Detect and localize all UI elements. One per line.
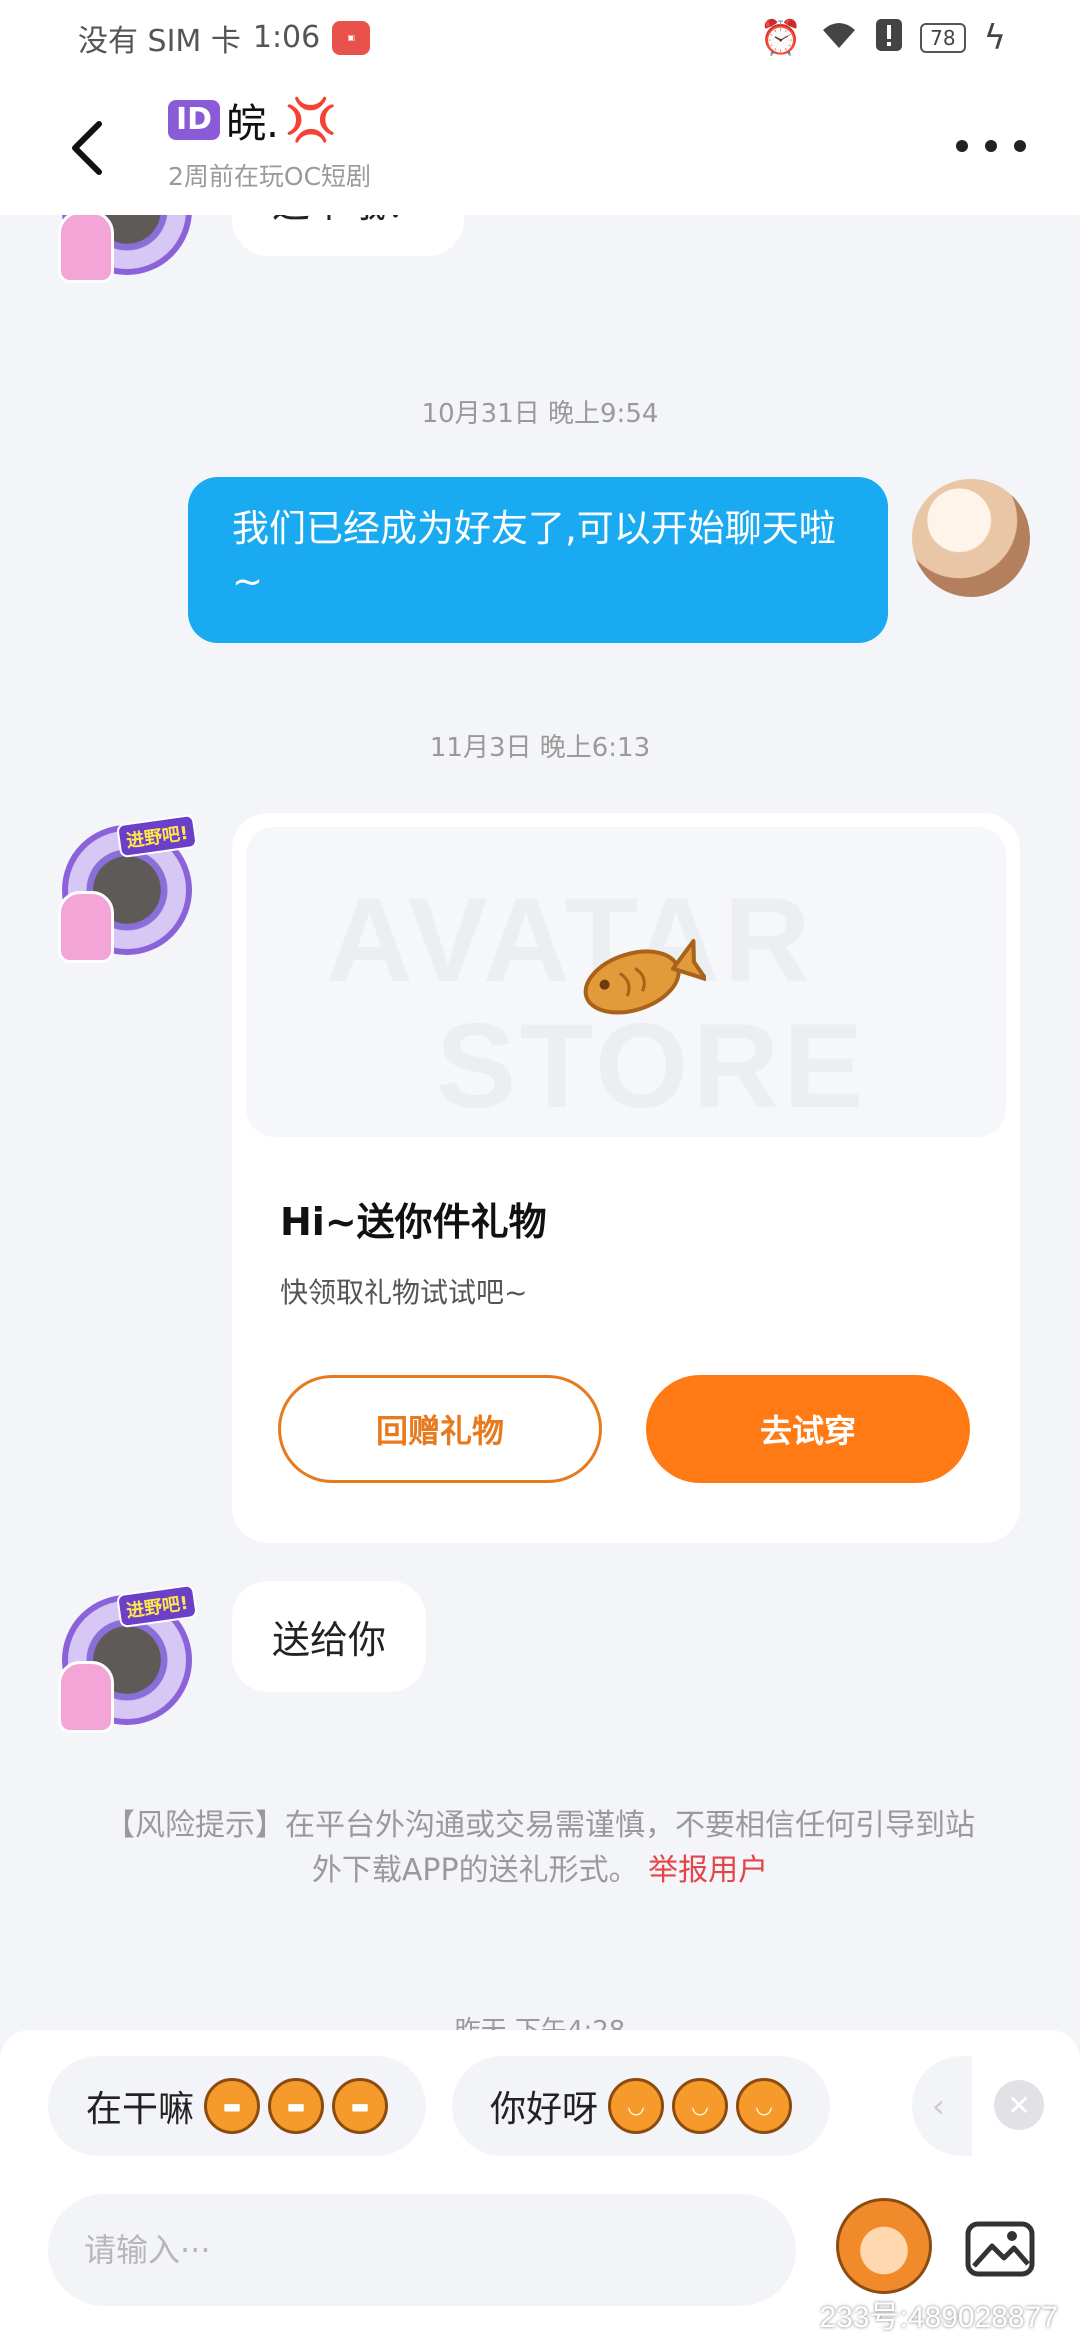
gift-title: Hi~送你件礼物 [280, 1200, 547, 1244]
smile-emoji-icon: ◡ [672, 2078, 729, 2134]
close-icon: ✕ [1007, 2088, 1031, 2122]
avatar-tag: 进野吧! [115, 813, 198, 859]
grin-emoji-icon: ▬ [204, 2078, 261, 2134]
close-quick-replies-button[interactable]: ✕ [994, 2080, 1044, 2130]
quick-reply-chip[interactable]: 在干嘛 ▬ ▬ ▬ [48, 2056, 427, 2156]
avatar-character-icon [58, 891, 114, 963]
risk-notice: 【风险提示】在平台外沟通或交易需谨慎，不要相信任何引导到站外下载APP的送礼形式… [100, 1803, 980, 1893]
message-input[interactable] [48, 2194, 796, 2306]
status-bar: 没有 SIM 卡 1:06 ▣ ⏰ 78 ϟ [0, 0, 1080, 75]
quick-reply-chip[interactable]: 你好呀 ◡ ◡ ◡ [452, 2056, 831, 2156]
quick-reply-label: 你好呀 [490, 2089, 599, 2130]
carrier-text: 没有 SIM 卡 [78, 23, 241, 59]
dot-icon [985, 140, 997, 152]
chat-header: ID 皖. 💢 2周前在玩OC短剧 [0, 75, 1080, 215]
quick-reply-chip-partial[interactable]: ‹ [912, 2056, 972, 2156]
contact-avatar[interactable]: 进野吧! [58, 813, 198, 963]
wave-emoji-group: ◡ ◡ ◡ [608, 2078, 793, 2134]
contact-status: 2周前在玩OC短剧 [168, 162, 372, 191]
risk-notice-text: 【风险提示】在平台外沟通或交易需谨慎，不要相信任何引导到站外下载APP的送礼形式… [105, 1808, 975, 1888]
status-right: ⏰ 78 ϟ [759, 17, 1006, 58]
quick-reply-label: 在干嘛 [86, 2089, 195, 2130]
battery-indicator: 78 [920, 22, 966, 53]
avatar-tag: 进野吧! [115, 1583, 198, 1629]
image-icon [965, 2221, 1035, 2277]
message-bubble-incoming[interactable]: 送给你 [232, 1581, 427, 1692]
gift-description: 快领取礼物试试吧~ [280, 1276, 528, 1309]
gift-card[interactable]: AVATAR STORE Hi~送你件礼物 快领取礼物试试吧~ 回赠礼物 去试穿 [232, 813, 1020, 1543]
timestamp: 昨天 下午4:28 [0, 2010, 1080, 2030]
charging-icon: ϟ [983, 17, 1006, 58]
smile-emoji-icon: ◡ [736, 2078, 793, 2134]
input-panel: 在干嘛 ▬ ▬ ▬ 你好呀 ◡ ◡ ◡ ‹ ✕ 233号:489028877 [0, 2030, 1080, 2340]
grin-emoji-group: ▬ ▬ ▬ [204, 2078, 389, 2134]
wifi-icon [820, 20, 858, 56]
try-on-button[interactable]: 去试穿 [646, 1375, 970, 1483]
contact-avatar[interactable]: 进野吧! [58, 1583, 198, 1733]
smile-emoji-icon: ◡ [608, 2078, 665, 2134]
avatar-character-icon [58, 215, 114, 283]
app-notification-icon: ▣ [332, 20, 371, 55]
dot-icon [956, 140, 968, 152]
timestamp: 10月31日 晚上9:54 [421, 399, 659, 429]
sticker-mascot-button[interactable] [836, 2198, 932, 2294]
chevron-left-icon [72, 121, 102, 175]
alarm-icon: ⏰ [759, 17, 803, 58]
clock-text: 1:06 [252, 20, 321, 55]
message-bubble-outgoing[interactable]: 我们已经成为好友了,可以开始聊天啦~ [188, 477, 888, 643]
fish-cookie-icon [583, 939, 706, 1015]
return-gift-button[interactable]: 回赠礼物 [278, 1375, 602, 1483]
avatar-character-icon [58, 1661, 114, 1733]
id-badge: ID [168, 100, 221, 140]
contact-info[interactable]: ID 皖. 💢 2周前在玩OC短剧 [168, 91, 371, 193]
timestamp: 11月3日 晚上6:13 [429, 733, 651, 763]
more-options-button[interactable] [956, 131, 1026, 161]
chat-area[interactable]: 这个哦！ 10月31日 晚上9:54 我们已经成为好友了,可以开始聊天啦~ 11… [0, 215, 1080, 2030]
dot-icon [1014, 140, 1026, 152]
grin-emoji-icon: ▬ [332, 2078, 389, 2134]
alert-icon [876, 18, 903, 57]
message-bubble-incoming[interactable]: 这个哦！ [232, 215, 465, 256]
source-watermark: 233号:489028877 [819, 2301, 1058, 2334]
contact-avatar[interactable] [58, 215, 192, 283]
grin-emoji-icon: ▬ [268, 2078, 325, 2134]
status-left: 没有 SIM 卡 1:06 ▣ [78, 16, 371, 60]
image-picker-button[interactable] [960, 2208, 1040, 2288]
quick-reply-row[interactable]: 在干嘛 ▬ ▬ ▬ 你好呀 ◡ ◡ ◡ [48, 2056, 831, 2156]
anger-emoji-icon: 💢 [284, 95, 338, 144]
gift-image[interactable]: AVATAR STORE [246, 827, 1006, 1137]
contact-name-line: ID 皖. 💢 [168, 91, 371, 149]
my-avatar[interactable] [912, 479, 1030, 597]
back-button[interactable] [56, 113, 116, 183]
report-user-link[interactable]: 举报用户 [648, 1853, 768, 1888]
contact-name: 皖. [226, 101, 279, 147]
watermark-line: STORE [436, 999, 868, 1133]
